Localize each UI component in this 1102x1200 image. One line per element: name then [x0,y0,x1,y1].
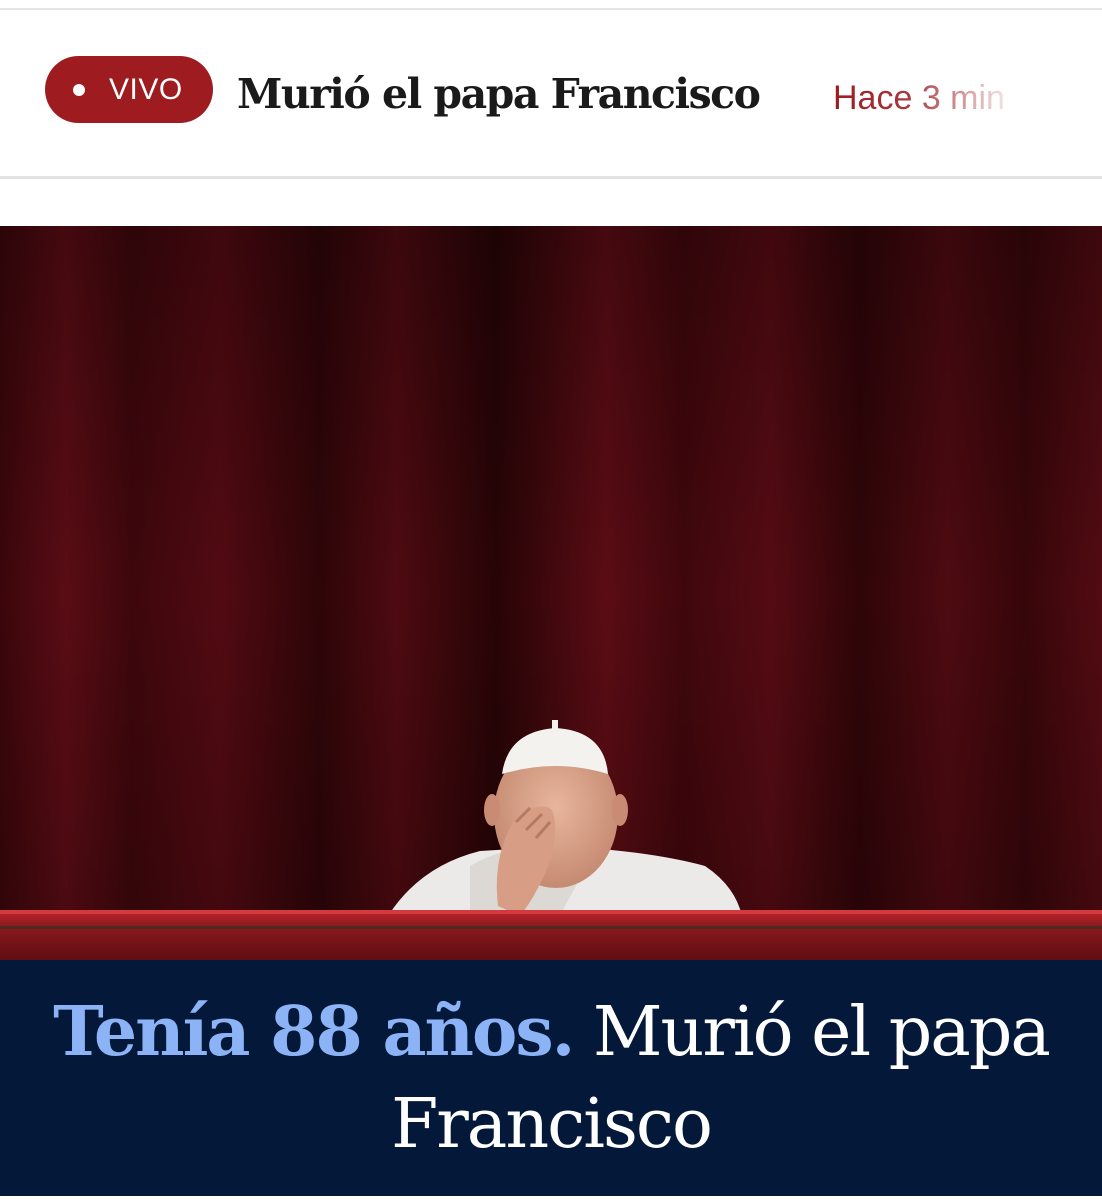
live-dot-icon [73,83,85,96]
live-timestamp: Hace 3 min [833,76,1005,120]
live-badge[interactable]: VIVO [45,56,213,123]
pope-balcony-photo [0,226,1102,960]
hero-photo[interactable] [0,226,1102,960]
hero-caption[interactable]: Tenía 88 años. Murió el papa Francisco [0,960,1102,1196]
live-badge-label: VIVO [109,72,183,106]
headline-kicker: Tenía 88 años. [53,992,575,1072]
balcony-rail [0,910,1102,960]
live-bar-divider [0,176,1102,179]
live-headline-link[interactable]: Murió el papa Francisco [237,66,761,122]
bottom-divider [0,1196,1102,1200]
hero-headline[interactable]: Tenía 88 años. Murió el papa Francisco [0,986,1102,1171]
